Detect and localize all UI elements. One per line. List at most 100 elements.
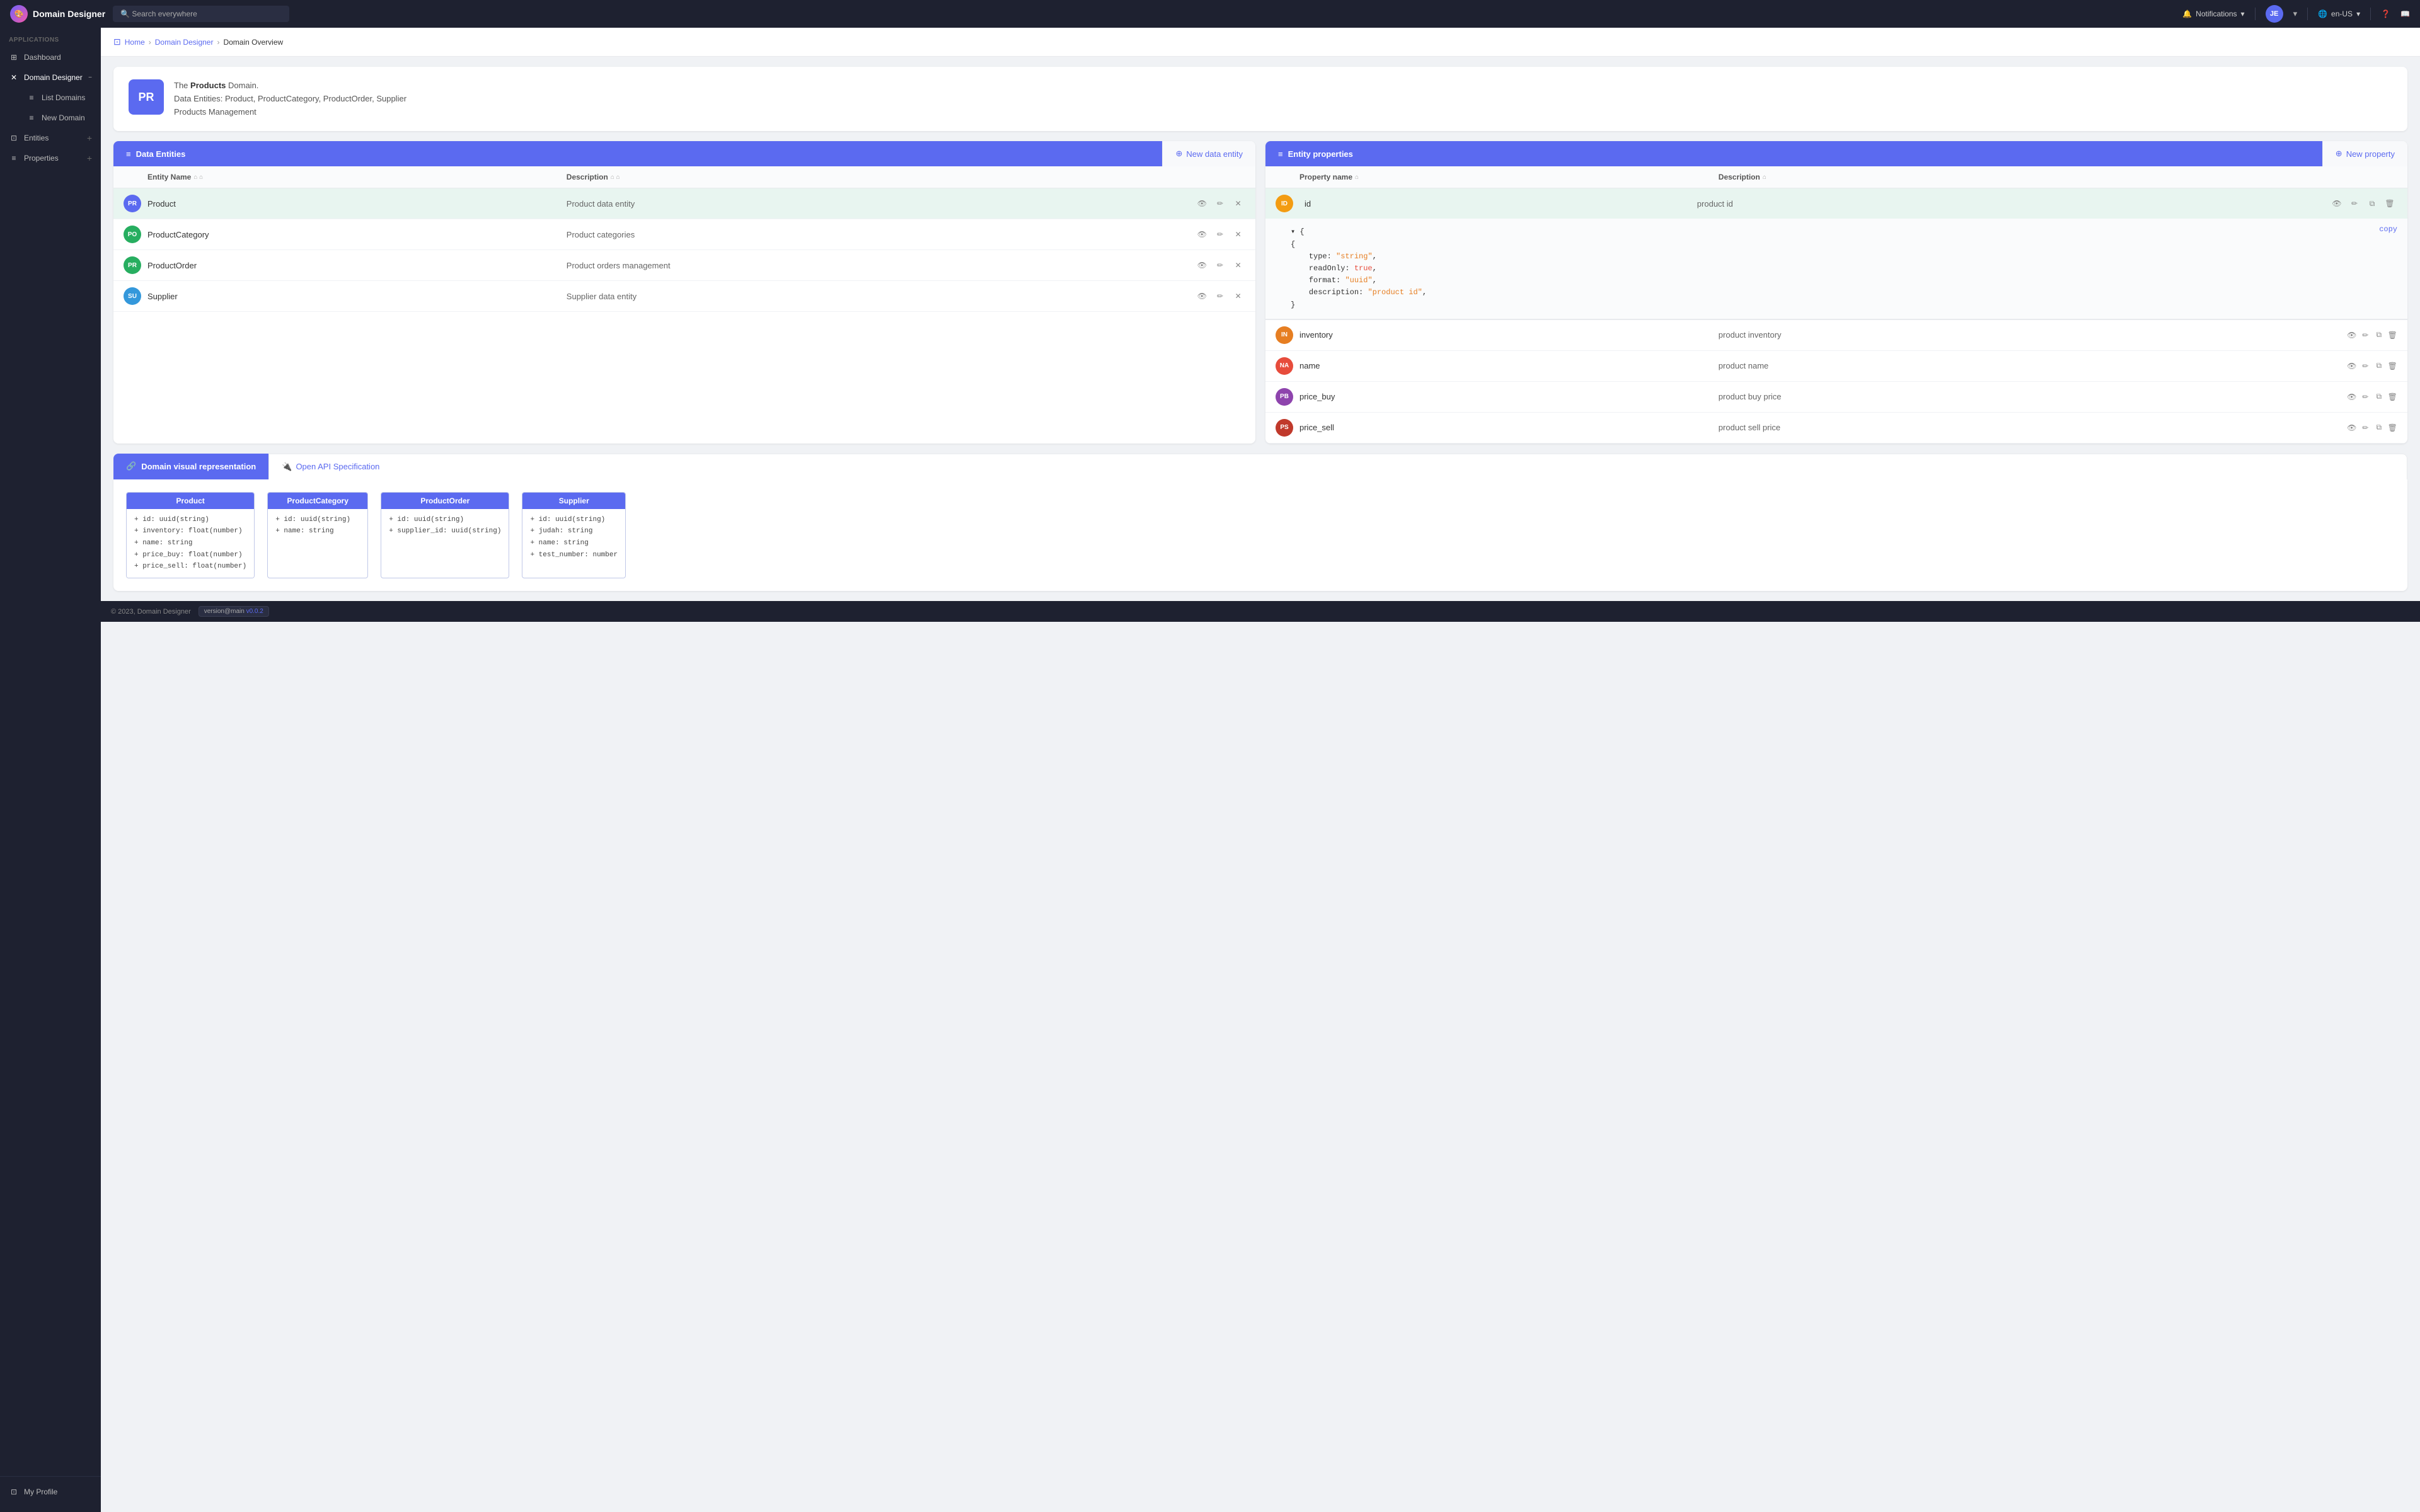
properties-add-icon[interactable]: + (87, 153, 92, 163)
edit-prop-name[interactable]: ✏ (2361, 358, 2371, 374)
visual-card-header-productorder: ProductOrder (381, 493, 509, 509)
view-prop-price-sell[interactable]: 👁 (2347, 420, 2357, 435)
visual-card-body-productorder: + id: uuid(string)+ supplier_id: uuid(st… (381, 509, 509, 542)
user-avatar[interactable]: JE (2266, 5, 2283, 23)
copy-prop-id[interactable]: ⧉ (2365, 196, 2380, 211)
data-entities-tab[interactable]: ≡ Data Entities (113, 141, 1162, 166)
visual-tab[interactable]: 🔗 Domain visual representation (113, 454, 268, 479)
entity-row-product-category[interactable]: PO ProductCategory Product categories 👁 … (113, 219, 1255, 250)
edit-entity-supplier[interactable]: ✏ (1213, 289, 1228, 304)
copy-prop-inventory[interactable]: ⧉ (2374, 328, 2384, 343)
visual-card-supplier: Supplier + id: uuid(string)+ judah: stri… (522, 492, 626, 578)
sort-prop-desc-icon[interactable]: ⌂ (1763, 174, 1766, 181)
prop-avatar-name: NA (1276, 357, 1293, 375)
list-icon: ≡ (26, 93, 37, 103)
sidebar-item-new-domain[interactable]: ≡ New Domain (18, 108, 101, 128)
visual-section: 🔗 Domain visual representation 🔌 Open AP… (113, 454, 2407, 591)
property-row-name[interactable]: NA name product name 👁 ✏ ⧉ 🗑 (1265, 351, 2407, 382)
prop-name-price-buy: price_buy (1299, 392, 1719, 401)
copy-prop-name[interactable]: ⧉ (2374, 358, 2384, 374)
api-spec-tab[interactable]: 🔌 Open API Specification (268, 454, 2407, 479)
copy-code-button[interactable]: copy (2379, 224, 2397, 236)
edit-entity-product[interactable]: ✏ (1213, 196, 1228, 211)
breadcrumb-domain-designer[interactable]: Domain Designer (155, 38, 214, 47)
view-entity-product-category[interactable]: 👁 (1195, 227, 1209, 242)
entity-actions-product-category: 👁 ✏ ✕ (1195, 227, 1245, 242)
view-prop-id[interactable]: 👁 (2329, 196, 2344, 211)
edit-entity-product-category[interactable]: ✏ (1213, 227, 1228, 242)
breadcrumb-home[interactable]: Home (125, 38, 145, 47)
visual-body: Product + id: uuid(string)+ inventory: f… (113, 479, 2407, 591)
sidebar-bottom: ⊡ My Profile (0, 1476, 101, 1502)
visual-card-header-product: Product (127, 493, 254, 509)
sort-desc-icon[interactable]: ⌂ ⌂ (611, 174, 620, 181)
dashboard-icon: ⊞ (9, 52, 19, 62)
delete-prop-inventory[interactable]: 🗑 (2388, 328, 2398, 343)
view-prop-price-buy[interactable]: 👁 (2347, 389, 2357, 404)
property-row-price-sell[interactable]: PS price_sell product sell price 👁 ✏ ⧉ 🗑 (1265, 413, 2407, 444)
delete-prop-name[interactable]: 🗑 (2388, 358, 2398, 374)
domain-description-line: The Products Domain. (174, 79, 2392, 93)
view-entity-supplier[interactable]: 👁 (1195, 289, 1209, 304)
sidebar-item-properties[interactable]: ≡ Properties + (0, 148, 101, 168)
visual-tab-label: Domain visual representation (141, 462, 256, 471)
entity-row-product[interactable]: PR Product Product data entity 👁 ✏ ✕ (113, 188, 1255, 219)
sort-prop-name-icon[interactable]: ⌂ (1355, 174, 1359, 181)
col-entity-name: Entity Name ⌂ ⌂ (147, 173, 567, 181)
property-row-inventory[interactable]: IN inventory product inventory 👁 ✏ ⧉ 🗑 (1265, 320, 2407, 351)
properties-table-head: Property name ⌂ Description ⌂ (1265, 166, 2407, 188)
entities-add-icon[interactable]: + (87, 133, 92, 143)
language-selector[interactable]: 🌐 en-US ▾ (2318, 9, 2360, 18)
delete-entity-product-order[interactable]: ✕ (1231, 258, 1245, 273)
prop-name-name: name (1299, 361, 1719, 370)
avatar-chevron[interactable]: ▾ (2293, 9, 2298, 19)
new-data-entity-button[interactable]: ⊕ New data entity (1162, 141, 1255, 166)
view-prop-inventory[interactable]: 👁 (2347, 328, 2357, 343)
app-logo[interactable]: 🎨 Domain Designer (10, 5, 105, 23)
delete-prop-price-sell[interactable]: 🗑 (2388, 420, 2398, 435)
properties-table: ID id product id 👁 ✏ ⧉ 🗑 copy▾ {{ type: … (1265, 188, 2407, 443)
visual-field: + id: uuid(string) (134, 514, 246, 526)
edit-prop-price-buy[interactable]: ✏ (2361, 389, 2371, 404)
docs-button[interactable]: 📖 (2400, 9, 2410, 18)
prop-actions-name: 👁 ✏ ⧉ 🗑 (2347, 358, 2397, 374)
delete-entity-supplier[interactable]: ✕ (1231, 289, 1245, 304)
sidebar-item-my-profile[interactable]: ⊡ My Profile (0, 1482, 101, 1502)
help-button[interactable]: ❓ (2381, 9, 2390, 18)
sidebar-item-list-domains[interactable]: ≡ List Domains (18, 88, 101, 108)
property-row-price-buy[interactable]: PB price_buy product buy price 👁 ✏ ⧉ 🗑 (1265, 382, 2407, 413)
delete-entity-product-category[interactable]: ✕ (1231, 227, 1245, 242)
delete-entity-product[interactable]: ✕ (1231, 196, 1245, 211)
sidebar-item-domain-designer[interactable]: ✕ Domain Designer − (0, 67, 101, 88)
edit-prop-id[interactable]: ✏ (2347, 196, 2362, 211)
delete-prop-price-buy[interactable]: 🗑 (2388, 389, 2398, 404)
visual-card-body-productcategory: + id: uuid(string)+ name: string (268, 509, 367, 542)
entity-props-tab-icon: ≡ (1278, 149, 1283, 159)
view-entity-product-order[interactable]: 👁 (1195, 258, 1209, 273)
visual-card-body-supplier: + id: uuid(string)+ judah: string+ name:… (522, 509, 625, 566)
sidebar-item-entities[interactable]: ⊡ Entities + (0, 128, 101, 148)
notifications-button[interactable]: 🔔 Notifications ▾ (2182, 9, 2244, 18)
search-input[interactable]: 🔍 Search everywhere (113, 6, 289, 22)
edit-entity-product-order[interactable]: ✏ (1213, 258, 1228, 273)
entity-properties-tab[interactable]: ≡ Entity properties (1265, 141, 2322, 166)
edit-prop-inventory[interactable]: ✏ (2361, 328, 2371, 343)
prop-actions-inventory: 👁 ✏ ⧉ 🗑 (2347, 328, 2397, 343)
view-prop-name[interactable]: 👁 (2347, 358, 2357, 374)
delete-prop-id[interactable]: 🗑 (2382, 196, 2397, 211)
view-entity-product[interactable]: 👁 (1195, 196, 1209, 211)
visual-field: + id: uuid(string) (389, 514, 501, 526)
copy-prop-price-sell[interactable]: ⧉ (2374, 420, 2384, 435)
sidebar-item-dashboard[interactable]: ⊞ Dashboard (0, 47, 101, 67)
copyright: © 2023, Domain Designer (111, 608, 191, 616)
copy-prop-price-buy[interactable]: ⧉ (2374, 389, 2384, 404)
property-row-header-id[interactable]: ID id product id 👁 ✏ ⧉ 🗑 (1265, 188, 2407, 219)
new-property-button[interactable]: ⊕ New property (2322, 141, 2407, 166)
edit-prop-price-sell[interactable]: ✏ (2361, 420, 2371, 435)
prop-avatar-price-sell: PS (1276, 419, 1293, 437)
entity-avatar-supplier: SU (124, 287, 141, 305)
entity-row-supplier[interactable]: SU Supplier Supplier data entity 👁 ✏ ✕ (113, 281, 1255, 312)
breadcrumb-sep-1: › (149, 38, 151, 47)
entity-row-product-order[interactable]: PR ProductOrder Product orders managemen… (113, 250, 1255, 281)
sort-name-icon[interactable]: ⌂ ⌂ (193, 174, 203, 181)
